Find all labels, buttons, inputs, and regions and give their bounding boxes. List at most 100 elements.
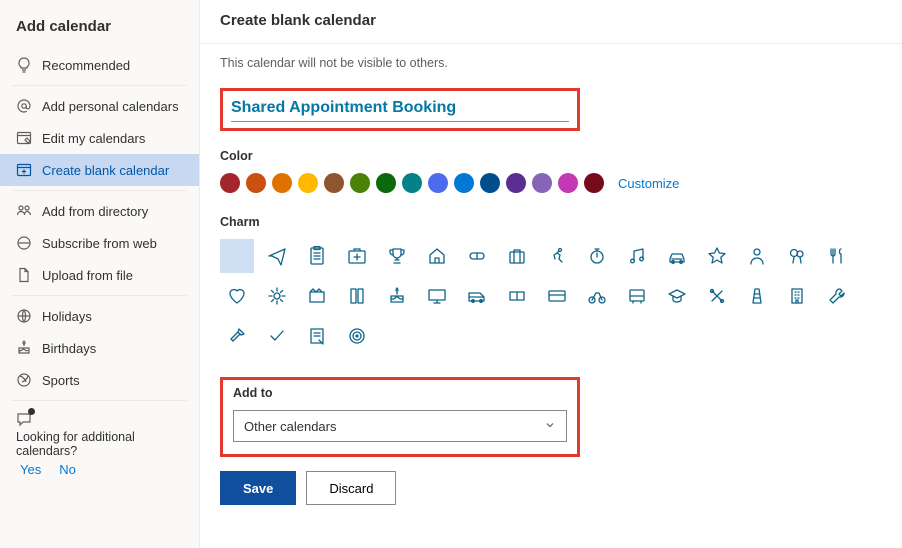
sports-icon (16, 372, 32, 388)
color-swatch[interactable] (324, 173, 344, 193)
charm-note-icon[interactable] (300, 319, 334, 353)
charm-person-icon[interactable] (740, 239, 774, 273)
charm-none-icon[interactable] (220, 239, 254, 273)
charm-home-icon[interactable] (420, 239, 454, 273)
addto-value: Other calendars (244, 419, 337, 434)
sidebar-item-subscribe-web[interactable]: Subscribe from web (0, 227, 199, 259)
charm-plane-icon[interactable] (260, 239, 294, 273)
sidebar-item-label: Holidays (42, 309, 92, 324)
color-swatch[interactable] (220, 173, 240, 193)
file-icon (16, 267, 32, 283)
charm-bike-icon[interactable] (580, 279, 614, 313)
charm-wrench-icon[interactable] (820, 279, 854, 313)
charm-book-icon[interactable] (340, 279, 374, 313)
color-swatch[interactable] (298, 173, 318, 193)
save-button[interactable]: Save (220, 471, 296, 505)
sidebar-item-recommended[interactable]: Recommended (0, 49, 199, 81)
charm-gear-icon[interactable] (260, 279, 294, 313)
charm-bus-icon[interactable] (620, 279, 654, 313)
charm-monitor-icon[interactable] (420, 279, 454, 313)
color-swatch[interactable] (454, 173, 474, 193)
chevron-down-icon (544, 419, 556, 434)
footer-no-link[interactable]: No (59, 462, 76, 477)
color-swatch[interactable] (350, 173, 370, 193)
charm-tools-icon[interactable] (700, 279, 734, 313)
sidebar-item-label: Subscribe from web (42, 236, 157, 251)
color-swatch[interactable] (480, 173, 500, 193)
charm-timer-icon[interactable] (580, 239, 614, 273)
color-swatch[interactable] (376, 173, 396, 193)
charm-star-icon[interactable] (700, 239, 734, 273)
color-swatch[interactable] (246, 173, 266, 193)
color-label: Color (220, 149, 882, 163)
page-title: Create blank calendar (200, 0, 902, 44)
bulb-icon (16, 57, 32, 73)
color-swatch[interactable] (402, 173, 422, 193)
charm-van-icon[interactable] (460, 279, 494, 313)
sidebar-item-label: Sports (42, 373, 80, 388)
charm-creditcard-icon[interactable] (540, 279, 574, 313)
color-swatch[interactable] (506, 173, 526, 193)
addto-highlight: Add to Other calendars (220, 377, 580, 457)
sidebar-item-label: Edit my calendars (42, 131, 145, 146)
sidebar-item-label: Create blank calendar (42, 163, 169, 178)
blank-calendar-icon (16, 162, 32, 178)
at-icon (16, 98, 32, 114)
addto-label: Add to (233, 386, 567, 400)
charm-pill-icon[interactable] (460, 239, 494, 273)
charm-suitcase-icon[interactable] (500, 239, 534, 273)
color-row: Customize (220, 173, 882, 193)
color-swatch[interactable] (272, 173, 292, 193)
discard-button[interactable]: Discard (306, 471, 396, 505)
footer-yes-link[interactable]: Yes (20, 462, 41, 477)
sidebar-item-add-personal[interactable]: Add personal calendars (0, 90, 199, 122)
customize-link[interactable]: Customize (618, 176, 679, 191)
chat-icon (16, 411, 32, 427)
charm-check-icon[interactable] (260, 319, 294, 353)
helper-text: This calendar will not be visible to oth… (220, 56, 882, 70)
charm-car-icon[interactable] (660, 239, 694, 273)
globe-icon (16, 308, 32, 324)
cake-icon (16, 340, 32, 356)
sidebar-footer-text: Looking for additional calendars? (16, 430, 183, 458)
color-swatch[interactable] (558, 173, 578, 193)
charm-medkit-icon[interactable] (340, 239, 374, 273)
charm-trophy-icon[interactable] (380, 239, 414, 273)
sidebar-item-label: Add from directory (42, 204, 148, 219)
charm-target-icon[interactable] (340, 319, 374, 353)
calendar-name-input[interactable] (231, 95, 569, 122)
charm-balloons-icon[interactable] (780, 239, 814, 273)
sidebar-item-label: Upload from file (42, 268, 133, 283)
calendar-name-highlight (220, 88, 580, 131)
sidebar-item-create-blank[interactable]: Create blank calendar (0, 154, 199, 186)
edit-calendar-icon (16, 130, 32, 146)
color-swatch[interactable] (532, 173, 552, 193)
sidebar-item-holidays[interactable]: Holidays (0, 300, 199, 332)
color-swatch[interactable] (428, 173, 448, 193)
charm-food-icon[interactable] (820, 239, 854, 273)
charm-axe-icon[interactable] (220, 319, 254, 353)
charm-building-icon[interactable] (780, 279, 814, 313)
sidebar-footer: Looking for additional calendars? Yes No (0, 409, 199, 487)
charm-ticket-icon[interactable] (500, 279, 534, 313)
sidebar-item-edit-calendars[interactable]: Edit my calendars (0, 122, 199, 154)
sidebar-item-add-directory[interactable]: Add from directory (0, 195, 199, 227)
charm-music-icon[interactable] (620, 239, 654, 273)
charm-running-icon[interactable] (540, 239, 574, 273)
charm-grad-icon[interactable] (660, 279, 694, 313)
color-swatch[interactable] (584, 173, 604, 193)
charm-grid (220, 239, 880, 353)
sidebar-item-birthdays[interactable]: Birthdays (0, 332, 199, 364)
sidebar-title: Add calendar (0, 10, 199, 49)
charm-label: Charm (220, 215, 882, 229)
charm-movie-icon[interactable] (300, 279, 334, 313)
sidebar-item-upload-file[interactable]: Upload from file (0, 259, 199, 291)
web-icon (16, 235, 32, 251)
charm-tower-icon[interactable] (740, 279, 774, 313)
charm-clipboard-icon[interactable] (300, 239, 334, 273)
charm-heart-icon[interactable] (220, 279, 254, 313)
sidebar-item-sports[interactable]: Sports (0, 364, 199, 396)
charm-cake-icon[interactable] (380, 279, 414, 313)
sidebar-item-label: Birthdays (42, 341, 96, 356)
addto-dropdown[interactable]: Other calendars (233, 410, 567, 442)
